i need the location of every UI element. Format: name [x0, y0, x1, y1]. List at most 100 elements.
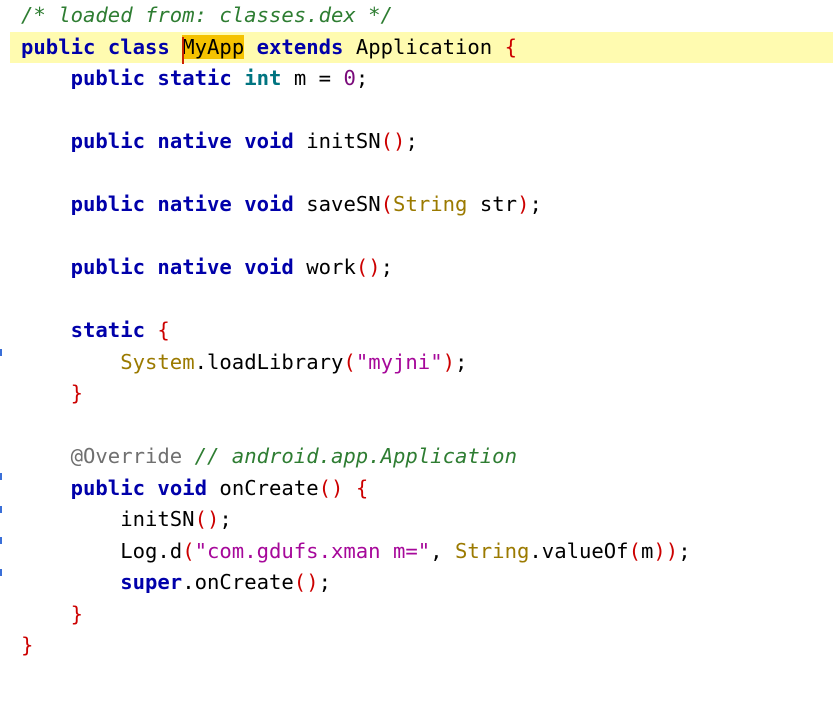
selected-identifier[interactable]: MyApp — [182, 34, 245, 64]
code-line[interactable] — [21, 221, 833, 253]
code-line[interactable]: } — [21, 378, 833, 410]
bracket-token: )) — [653, 538, 679, 563]
keyword-token: void — [244, 192, 294, 216]
string-token: "myjni" — [355, 349, 443, 374]
code-line[interactable]: initSN(); — [21, 504, 833, 536]
code-token: .valueOf — [529, 538, 629, 563]
bracket-token: ) — [517, 192, 530, 216]
code-token: m — [641, 538, 654, 563]
bracket-token: ( — [628, 538, 641, 563]
current-code-line[interactable]: public class MyApp extends Application { — [10, 31, 833, 64]
bracket-token: } — [21, 633, 34, 657]
bracket-token: () — [380, 129, 406, 153]
bracket-token: () — [318, 475, 344, 500]
bracket-token: ) — [442, 349, 456, 374]
code-line[interactable]: } — [21, 630, 833, 662]
code-token: initSN — [293, 129, 381, 153]
code-token: work — [293, 255, 356, 279]
code-line[interactable] — [21, 158, 833, 190]
code-line[interactable] — [21, 95, 833, 127]
code-token: .loadLibrary — [194, 349, 344, 374]
code-editor[interactable]: /* loaded from: classes.dex */ public cla… — [0, 0, 833, 713]
text-caret — [182, 36, 185, 64]
code-line[interactable]: public void onCreate() { — [21, 473, 833, 505]
keyword-token: public — [70, 192, 146, 216]
code-token: ; — [318, 570, 332, 594]
code-line[interactable]: public native void saveSN(String str); — [21, 189, 833, 221]
bracket-token: { — [504, 34, 518, 59]
code-token: ; — [455, 349, 468, 374]
code-token: Application — [343, 34, 505, 59]
code-line[interactable]: public native void work(); — [21, 252, 833, 284]
comment-token: /* loaded from: classes.dex */ — [21, 3, 393, 27]
keyword-token: super — [120, 570, 183, 594]
keyword-token: native — [157, 129, 232, 153]
keyword-token: public — [70, 475, 146, 500]
keyword-token: public — [21, 34, 96, 59]
code-token: .onCreate — [182, 570, 294, 594]
code-token: ; — [405, 129, 418, 153]
gutter-change-marker — [0, 537, 2, 544]
code-line[interactable]: @Override // android.app.Application — [21, 441, 833, 473]
code-token: m = — [281, 66, 344, 90]
code-line[interactable]: static { — [21, 315, 833, 347]
code-line[interactable]: super.onCreate(); — [21, 567, 833, 599]
gutter-change-marker — [0, 473, 2, 480]
code-line[interactable]: public static int m = 0; — [21, 63, 833, 95]
keyword-token: public — [70, 255, 146, 279]
code-area[interactable]: /* loaded from: classes.dex */ public cla… — [10, 0, 833, 662]
code-line[interactable]: } — [21, 599, 833, 631]
code-line[interactable] — [21, 410, 833, 442]
bracket-token: () — [355, 255, 381, 279]
code-token: ; — [355, 66, 369, 90]
keyword-token: static — [157, 66, 232, 90]
keyword-token: public — [70, 129, 146, 153]
gutter-change-marker — [0, 349, 2, 356]
code-line[interactable]: /* loaded from: classes.dex */ — [21, 0, 833, 32]
type-token: int — [244, 66, 282, 90]
annotation-token: @Override — [70, 444, 183, 468]
keyword-token: void — [244, 129, 294, 153]
bracket-token: } — [70, 601, 84, 626]
comment-token: // android.app.Application — [194, 444, 517, 468]
gutter-change-marker — [0, 569, 2, 576]
code-token: ; — [529, 192, 542, 216]
code-line[interactable] — [21, 284, 833, 316]
bracket-token: } — [70, 381, 84, 405]
code-line[interactable]: public native void initSN(); — [21, 126, 833, 158]
keyword-token: public — [70, 66, 146, 90]
code-line[interactable]: Log.d("com.gdufs.xman m=", String.valueO… — [21, 536, 833, 568]
bracket-token: { — [157, 318, 170, 342]
code-token: ; — [678, 538, 691, 563]
keyword-token: void — [244, 255, 294, 279]
gutter-change-marker — [0, 506, 2, 513]
number-token: 0 — [343, 66, 356, 90]
bracket-token: { — [355, 475, 369, 500]
class-name-token: System — [120, 349, 195, 374]
bracket-token: ( — [182, 538, 195, 563]
code-line[interactable]: System.loadLibrary("myjni"); — [21, 347, 833, 379]
keyword-token: native — [157, 192, 232, 216]
keyword-token: void — [157, 475, 208, 500]
string-token: "com.gdufs.xman m=" — [194, 538, 431, 563]
bracket-token: () — [194, 507, 220, 531]
